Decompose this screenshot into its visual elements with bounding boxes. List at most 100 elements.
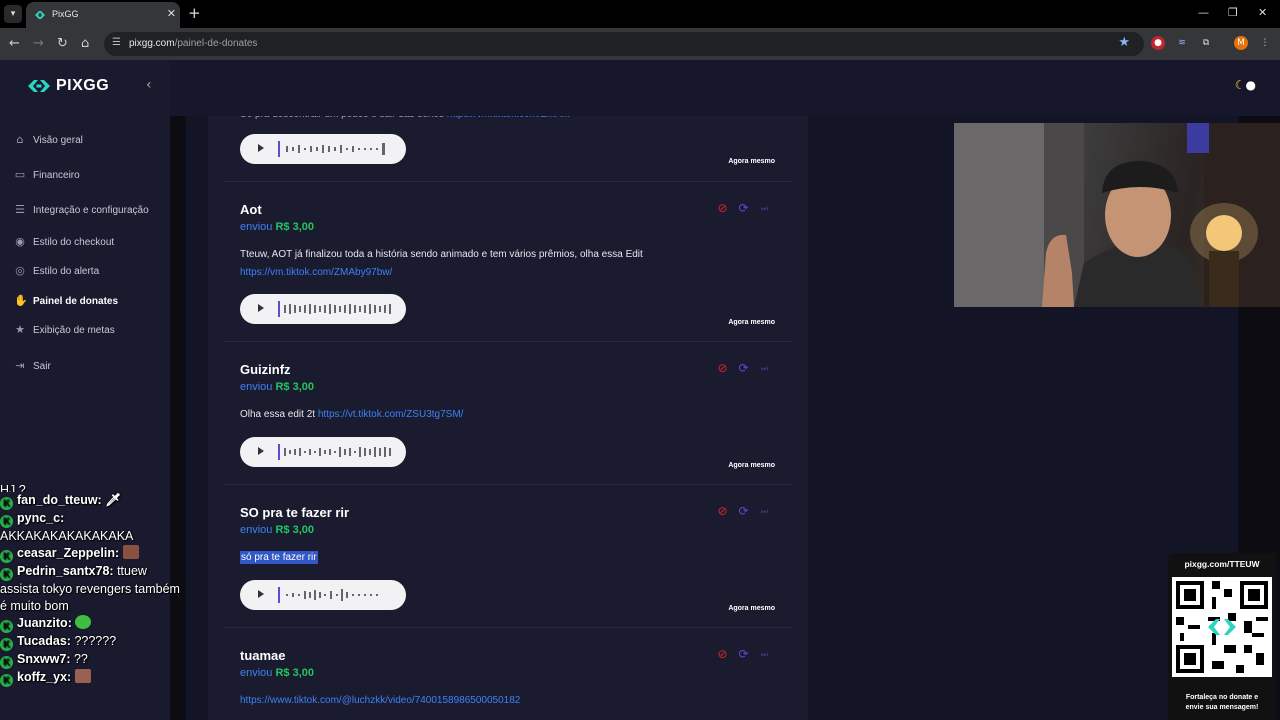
chat-message: K Tucadas: ?????? xyxy=(0,633,180,651)
donation-amount: enviou R$ 3,00 xyxy=(240,667,315,679)
skip-icon[interactable]: ⏭ xyxy=(758,202,771,215)
chat-message: K Juanzito: xyxy=(0,615,180,633)
tab-search-icon[interactable]: ▾ xyxy=(4,5,22,23)
waveform xyxy=(278,301,391,317)
audio-player[interactable] xyxy=(240,294,406,324)
replay-icon[interactable]: ⟳ xyxy=(737,202,750,215)
browser-menu-icon[interactable]: ⋮ xyxy=(1258,36,1272,50)
topbar: ☾● xyxy=(170,60,1280,116)
donation-link[interactable]: https://vt.tiktok.com/ZSU3tg7SM/ xyxy=(318,409,464,420)
home-icon[interactable]: ⌂ xyxy=(81,36,89,52)
profile-avatar[interactable]: M xyxy=(1234,36,1248,50)
block-icon[interactable]: ⊘ xyxy=(716,202,729,215)
block-icon[interactable]: ⊘ xyxy=(716,505,729,518)
collapse-sidebar-icon[interactable]: ‹ xyxy=(146,77,152,93)
sidebar-item-metas[interactable]: ★ Exibição de metas xyxy=(14,324,115,336)
chat-badge-icon: K xyxy=(0,568,13,581)
sidebar-item-label: Sair xyxy=(33,360,51,372)
donation-link[interactable]: https://vm.tiktok.com/ZMAby97bw/ xyxy=(240,267,392,278)
new-tab-icon[interactable]: + xyxy=(188,4,201,22)
sidebar-item-sair[interactable]: ⇥ Sair xyxy=(14,360,51,372)
close-window-icon[interactable]: ✕ xyxy=(1258,6,1267,19)
donation-message: Olha essa edit 2t https://vt.tiktok.com/… xyxy=(240,409,464,420)
donation-message: Tteuw, AOT já finalizou toda a história … xyxy=(240,249,643,278)
forward-icon[interactable]: → xyxy=(33,36,44,52)
qr-caption: Fortaleça no donate e envie sua mensagem! xyxy=(1185,694,1259,711)
image-emote-icon xyxy=(122,545,139,559)
chat-badge-icon: K xyxy=(0,674,13,687)
donation-message: Só pra descontrair um pouco e sair das s… xyxy=(240,116,760,124)
sidebar-item-painel-donates[interactable]: ✋ Painel de donates xyxy=(14,295,118,307)
donation-time: Agora mesmo xyxy=(728,605,775,612)
chat-badge-icon: K xyxy=(0,656,13,669)
replay-icon[interactable]: ⟳ xyxy=(737,648,750,661)
replay-icon[interactable]: ⟳ xyxy=(737,362,750,375)
sidebar-item-visao-geral[interactable]: ⌂ Visão geral xyxy=(14,134,83,146)
url-text: pixgg.com/painel-de-donates xyxy=(129,38,258,49)
skip-icon[interactable]: ⏭ xyxy=(758,362,771,375)
donation-amount: enviou R$ 3,00 xyxy=(240,381,315,393)
chat-message: K Pedrin_santx78: ttuew assista tokyo rev… xyxy=(0,564,180,613)
play-icon[interactable] xyxy=(258,447,264,455)
pixgg-favicon-icon xyxy=(35,11,45,19)
skip-icon[interactable]: ⏭ xyxy=(758,505,771,518)
tab-title: PixGG xyxy=(52,9,79,19)
donation-actions: ⊘ ⟳ ⏭ xyxy=(716,202,771,215)
chat-badge-icon: K xyxy=(0,550,13,563)
block-icon[interactable]: ⊘ xyxy=(716,648,729,661)
chat-message: HJ ? xyxy=(0,483,26,492)
bookmark-star-icon[interactable]: ★ xyxy=(1118,35,1130,50)
reload-icon[interactable]: ↻ xyxy=(57,36,68,52)
play-icon[interactable] xyxy=(258,590,264,598)
settings-icon: ☰ xyxy=(15,203,25,216)
sidebar-item-integracao[interactable]: ☰ Integração e configuração xyxy=(14,204,149,216)
hand-coin-icon: ✋ xyxy=(14,294,28,307)
donation-card: tuamae enviou R$ 3,00 ⊘ ⟳ ⏭ https://www.ti… xyxy=(224,628,791,720)
play-icon[interactable] xyxy=(258,304,264,312)
pixgg-logo[interactable]: PIXGG xyxy=(28,77,109,95)
theme-toggle-icon[interactable]: ☾● xyxy=(1235,78,1256,92)
sidebar-item-label: Exibição de metas xyxy=(33,324,115,336)
chat-badge-icon: K xyxy=(0,497,13,510)
chat-badge-icon: K xyxy=(0,515,13,528)
browser-tab[interactable]: PixGG ✕ xyxy=(26,2,180,28)
qr-code-icon xyxy=(1172,577,1272,677)
restore-icon[interactable]: ❐ xyxy=(1228,6,1238,19)
donation-actions: ⊘ ⟳ ⏭ xyxy=(716,362,771,375)
chat-message: K Snxww7: ?? xyxy=(0,651,180,669)
waveform xyxy=(278,444,391,460)
wallet-icon: ▭ xyxy=(14,168,26,181)
sidebar-item-estilo-checkout[interactable]: ◉ Estilo do checkout xyxy=(14,236,114,248)
audio-player[interactable] xyxy=(240,580,406,610)
donor-name: tuamae xyxy=(240,648,286,663)
extension-sound-icon[interactable]: ≋ xyxy=(1175,36,1189,50)
sidebar-item-estilo-alerta[interactable]: ◎ Estilo do alerta xyxy=(14,265,99,277)
extensions-puzzle-icon[interactable]: ⧉ xyxy=(1199,36,1213,50)
tab-close-icon[interactable]: ✕ xyxy=(167,7,176,20)
donation-amount: enviou R$ 3,00 xyxy=(240,524,315,536)
extension-icon[interactable]: ● xyxy=(1151,36,1165,50)
play-icon[interactable] xyxy=(258,144,264,152)
site-info-icon[interactable]: ☰ xyxy=(112,37,121,48)
browser-toolbar: ← → ↻ ⌂ ☰ pixgg.com/painel-de-donates ★ xyxy=(0,28,1280,60)
skip-icon[interactable]: ⏭ xyxy=(758,648,771,661)
back-icon[interactable]: ← xyxy=(9,36,20,52)
donation-time: Agora mesmo xyxy=(728,462,775,469)
stream-chat-overlay: HJ ? Kfan_do_tteuw: 🗡 Kpync_c: AKKAKAKAKA… xyxy=(0,483,180,687)
minimize-icon[interactable]: — xyxy=(1198,6,1209,19)
replay-icon[interactable]: ⟳ xyxy=(737,505,750,518)
chat-message: Kpync_c: AKKAKAKAKAKAKAKA xyxy=(0,511,134,543)
audio-player[interactable] xyxy=(240,134,406,164)
donation-link[interactable]: https://www.tiktok.com/@luchzkk/video/74… xyxy=(240,695,520,706)
chat-badge-icon: K xyxy=(0,620,13,633)
chat-message: Kfan_do_tteuw: 🗡 xyxy=(0,492,180,510)
pixgg-logo-icon xyxy=(28,80,50,92)
donation-amount: enviou R$ 3,00 xyxy=(240,221,315,233)
webcam-person-image xyxy=(954,123,1280,307)
sidebar-item-label: Visão geral xyxy=(33,134,83,146)
sidebar-item-financeiro[interactable]: ▭ Financeiro xyxy=(14,169,80,181)
donation-message: só pra te fazer rir xyxy=(240,551,318,564)
block-icon[interactable]: ⊘ xyxy=(716,362,729,375)
audio-player[interactable] xyxy=(240,437,406,467)
address-bar[interactable]: ☰ pixgg.com/painel-de-donates ★ xyxy=(104,32,1144,56)
